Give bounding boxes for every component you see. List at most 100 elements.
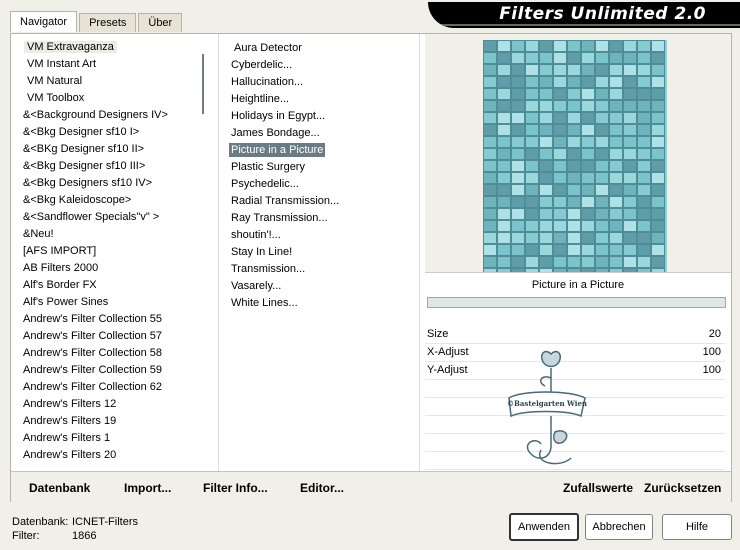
filter-item[interactable]: shoutin'!... (219, 227, 419, 244)
filter-item[interactable]: Hallucination... (219, 74, 419, 91)
preview-tile (609, 184, 623, 196)
category-item-label: VM Natural (27, 75, 83, 87)
filter-count-value: 1866 (72, 530, 97, 542)
category-item[interactable]: &<Sandflower Specials"v" > (11, 209, 211, 226)
preview-tile (525, 40, 539, 52)
preview-tile (497, 64, 511, 76)
preview-tile (637, 124, 651, 136)
help-button[interactable]: Hilfe (662, 514, 732, 540)
preview-tile (539, 52, 553, 64)
category-item[interactable]: VM Extravaganza (11, 39, 211, 56)
preview-tile (511, 220, 525, 232)
category-item[interactable]: &<Background Designers IV> (11, 107, 211, 124)
preview-tile (483, 76, 497, 88)
category-item[interactable]: Andrew's Filter Collection 55 (11, 311, 211, 328)
category-item[interactable]: &<Bkg Designers sf10 IV> (11, 175, 211, 192)
category-list[interactable]: VM Extravaganza VM Instant Art VM Natural V… (11, 34, 211, 476)
cancel-button[interactable]: Abbrechen (585, 514, 653, 540)
param-row-size[interactable]: Size 20 (425, 326, 725, 344)
preview-tile (483, 220, 497, 232)
filter-item[interactable]: James Bondage... (219, 125, 419, 142)
category-item[interactable]: &<Bkg Kaleidoscope> (11, 192, 211, 209)
preview-tile (609, 112, 623, 124)
category-item[interactable]: &<Bkg Designer sf10 I> (11, 124, 211, 141)
category-item[interactable]: &<BKg Designer sf10 II> (11, 141, 211, 158)
filter-item[interactable]: Psychedelic... (219, 176, 419, 193)
category-item[interactable]: Andrew's Filters 12 (11, 396, 211, 413)
preview-tile (637, 160, 651, 172)
preview-tile (553, 124, 567, 136)
filter-list[interactable]: Aura Detector Cyberdelic... Hallucination.… (218, 34, 420, 477)
filter-item-selected[interactable]: Picture in a Picture (219, 142, 419, 159)
category-item[interactable]: VM Instant Art (11, 56, 211, 73)
category-item[interactable]: Andrew's Filter Collection 57 (11, 328, 211, 345)
filter-item[interactable]: Aura Detector (219, 40, 419, 57)
category-item[interactable]: Andrew's Filters 19 (11, 413, 211, 430)
preview-tile (651, 100, 665, 112)
category-item-label: &<Bkg Designers sf10 IV> (23, 177, 153, 189)
navigator-panel: VM Extravaganza VM Instant Art VM Natural V… (10, 33, 732, 502)
preview-tile (525, 172, 539, 184)
preview-tile (525, 100, 539, 112)
filter-item[interactable]: Plastic Surgery (219, 159, 419, 176)
category-item[interactable]: &Neu! (11, 226, 211, 243)
preview-tile (539, 100, 553, 112)
editor-button[interactable]: Editor... (300, 481, 344, 495)
filter-item[interactable]: Vasarely... (219, 278, 419, 295)
category-item[interactable]: Andrew's Filter Collection 58 (11, 345, 211, 362)
preview-tile (581, 160, 595, 172)
preview-tile (623, 148, 637, 160)
category-item[interactable]: VM Natural (11, 73, 211, 90)
category-item[interactable]: &<Bkg Designer sf10 III> (11, 158, 211, 175)
preview-tile (581, 64, 595, 76)
preview-tile (651, 208, 665, 220)
filter-item[interactable]: White Lines... (219, 295, 419, 312)
category-item[interactable]: Andrew's Filters 20 (11, 447, 211, 464)
preview-tile (595, 40, 609, 52)
param-name: Size (427, 328, 449, 340)
tab-ueber[interactable]: Über (138, 13, 183, 32)
param-value: 20 (708, 328, 721, 340)
category-item[interactable]: Alf's Border FX (11, 277, 211, 294)
filter-item[interactable]: Ray Transmission... (219, 210, 419, 227)
preview-tile (567, 136, 581, 148)
zufallswerte-button[interactable]: Zufallswerte (563, 481, 633, 495)
datenbank-button[interactable]: Datenbank (29, 481, 90, 495)
filter-item-label: Heightline... (231, 93, 290, 105)
category-item[interactable]: Andrew's Filter Collection 59 (11, 362, 211, 379)
zuruecksetzen-button[interactable]: Zurücksetzen (644, 481, 721, 495)
preview-tile (539, 124, 553, 136)
category-item[interactable]: AB Filters 2000 (11, 260, 211, 277)
preview-tile (525, 124, 539, 136)
filter-item[interactable]: Cyberdelic... (219, 57, 419, 74)
preview-tile (553, 208, 567, 220)
filter-item[interactable]: Heightline... (219, 91, 419, 108)
preview-tile (651, 172, 665, 184)
preview-tile (609, 124, 623, 136)
tab-navigator[interactable]: Navigator (10, 11, 78, 32)
apply-button[interactable]: Anwenden (509, 513, 579, 541)
preview-tile (567, 232, 581, 244)
preview-tile (637, 256, 651, 268)
category-scroll-thumb[interactable] (202, 54, 204, 114)
filter-item[interactable]: Transmission... (219, 261, 419, 278)
category-item[interactable]: Andrew's Filters 1 (11, 430, 211, 447)
preview-tile (525, 148, 539, 160)
preview-tile (553, 100, 567, 112)
category-item[interactable]: VM Toolbox (11, 90, 211, 107)
import-button[interactable]: Import... (124, 481, 171, 495)
category-item[interactable]: Alf's Power Sines (11, 294, 211, 311)
datenbank-value: ICNET-Filters (72, 516, 138, 528)
preview-tile (553, 52, 567, 64)
filter-info-button[interactable]: Filter Info... (203, 481, 268, 495)
preview-tile (511, 124, 525, 136)
category-item[interactable]: Andrew's Filter Collection 62 (11, 379, 211, 396)
filter-item[interactable]: Stay In Line! (219, 244, 419, 261)
category-item[interactable]: [AFS IMPORT] (11, 243, 211, 260)
tab-presets[interactable]: Presets (79, 13, 137, 32)
preview-tile (623, 100, 637, 112)
filter-item[interactable]: Holidays in Egypt... (219, 108, 419, 125)
category-item-label: Andrew's Filters 20 (23, 449, 117, 461)
filter-item[interactable]: Radial Transmission... (219, 193, 419, 210)
preview-tile (609, 76, 623, 88)
